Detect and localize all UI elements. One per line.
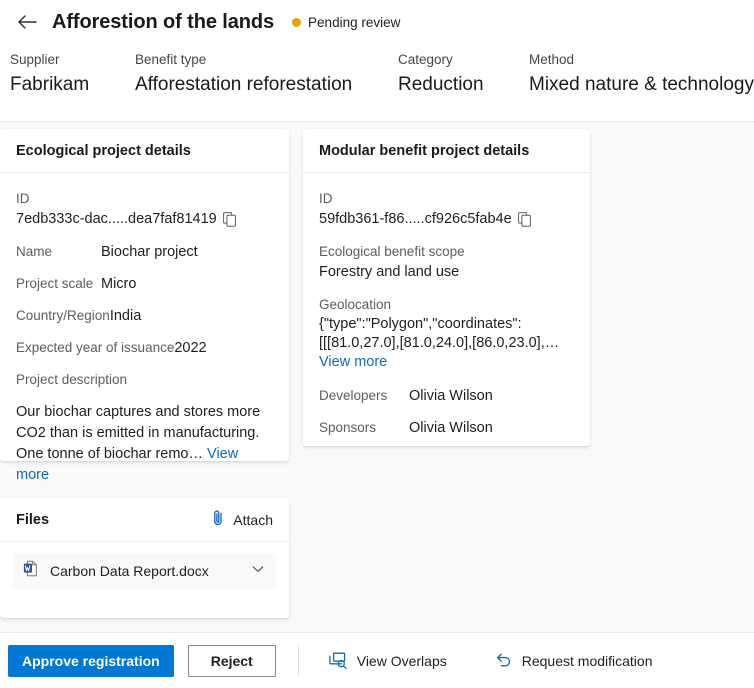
undo-arrow-icon [495, 652, 513, 669]
word-document-icon [23, 560, 40, 582]
reject-button[interactable]: Reject [187, 644, 276, 677]
status-label: Pending review [308, 14, 401, 30]
modular-id-field: ID 59fdb361-f86.....cf926c5fab4e [319, 189, 574, 229]
modular-id-value: 59fdb361-f86.....cf926c5fab4e [319, 211, 512, 227]
modular-developers-label: Developers [319, 388, 388, 403]
page-root: Afforestion of the lands Pending review … [0, 0, 754, 688]
list-item[interactable]: Carbon Data Report.docx [13, 553, 276, 589]
ecological-id-label: ID [16, 191, 30, 206]
files-list: Carbon Data Report.docx [0, 553, 289, 589]
meta-method: Method Mixed nature & technology [529, 52, 754, 96]
modular-sponsors-field: Sponsors Olivia Wilson [319, 418, 574, 438]
ecological-name-field: Name Biochar project [16, 242, 273, 262]
ecological-project-scale-label: Project scale [16, 276, 94, 291]
attach-label: Attach [233, 511, 273, 528]
ecological-expected-year-field: Expected year of issuance 2022 [16, 338, 273, 358]
meta-benefit-type-value: Afforestation reforestation [135, 74, 353, 95]
request-modification-button[interactable]: Request modification [495, 652, 653, 669]
view-overlaps-label: View Overlaps [356, 652, 447, 669]
request-modification-label: Request modification [521, 652, 653, 669]
approve-registration-button[interactable]: Approve registration [8, 644, 174, 677]
modular-geolocation-label: Geolocation [319, 297, 392, 312]
ecological-id-value: 7edb333c-dac.....dea7faf81419 [16, 211, 217, 227]
overlap-search-icon [328, 652, 348, 670]
ecological-id-field: ID 7edb333c-dac.....dea7faf81419 [16, 189, 273, 229]
ecological-name-label: Name [16, 244, 53, 259]
modular-sponsors-label: Sponsors [319, 420, 377, 435]
ecological-card-body: ID 7edb333c-dac.....dea7faf81419 Name Bi… [0, 173, 289, 500]
meta-supplier-label: Supplier [10, 52, 60, 67]
modular-id-line: 59fdb361-f86.....cf926c5fab4e [319, 209, 574, 229]
files-card-header: Files Attach [0, 498, 289, 542]
view-overlaps-button[interactable]: View Overlaps [328, 652, 447, 670]
meta-method-value: Mixed nature & technology [529, 74, 754, 95]
ecological-expected-year-value: 2022 [174, 340, 207, 356]
title-row: Afforestion of the lands Pending review [14, 9, 400, 35]
ecological-description-field: Project description Our biochar captures… [16, 370, 273, 486]
ecological-description-text-wrap: Our biochar captures and stores more CO2… [16, 402, 273, 486]
files-card-title: Files [16, 511, 50, 528]
ecological-card-header: Ecological project details [0, 129, 289, 173]
modular-benefit-project-details-card: Modular benefit project details ID 59fdb… [303, 129, 590, 446]
ecological-country-region-label: Country/Region [16, 308, 110, 323]
files-card: Files Attach Carbon Data Report.docx [0, 498, 289, 618]
ecological-card-title: Ecological project details [16, 142, 191, 159]
modular-view-more-link[interactable]: View more [319, 354, 574, 370]
arrow-left-icon[interactable] [14, 9, 40, 35]
modular-scope-label: Ecological benefit scope [319, 244, 465, 259]
file-name: Carbon Data Report.docx [50, 563, 209, 579]
page-title: Afforestion of the lands [52, 10, 275, 33]
modular-card-body: ID 59fdb361-f86.....cf926c5fab4e Ecologi… [303, 173, 590, 452]
meta-category: Category Reduction [398, 52, 529, 96]
ecological-country-region-field: Country/Region India [16, 306, 273, 326]
paperclip-icon [211, 509, 225, 530]
ecological-name-value: Biochar project [101, 244, 198, 260]
meta-supplier: Supplier Fabrikam [10, 52, 135, 96]
header-meta-row: Supplier Fabrikam Benefit type Afforesta… [10, 52, 754, 96]
ecological-country-region-value: India [109, 308, 142, 324]
modular-geolocation-line-1: {"type":"Polygon","coordinates": [319, 316, 522, 332]
modular-geolocation-line-2: [[[81.0,27.0],[81.0,24.0],[86.0,23.0],… [319, 335, 560, 351]
ecological-project-details-card: Ecological project details ID 7edb333c-d… [0, 129, 289, 483]
modular-developers-value: Olivia Wilson [409, 388, 493, 404]
modular-id-label: ID [319, 191, 333, 206]
modular-scope-value: Forestry and land use [319, 264, 460, 280]
copy-icon[interactable] [517, 211, 531, 227]
modular-scope-field: Ecological benefit scope Forestry and la… [319, 242, 574, 282]
attach-button[interactable]: Attach [211, 509, 273, 530]
meta-benefit-type-label: Benefit type [135, 52, 207, 67]
meta-method-label: Method [529, 52, 575, 67]
modular-developers-field: Developers Olivia Wilson [319, 386, 574, 406]
chevron-down-icon[interactable] [250, 561, 266, 582]
ecological-id-line: 7edb333c-dac.....dea7faf81419 [16, 209, 273, 229]
meta-supplier-value: Fabrikam [10, 74, 90, 95]
meta-category-label: Category [398, 52, 453, 67]
ecological-project-scale-field: Project scale Micro [16, 274, 273, 294]
ecological-project-scale-value: Micro [101, 276, 137, 292]
meta-benefit-type: Benefit type Afforestation reforestation [135, 52, 398, 96]
status-dot-icon [292, 17, 302, 27]
modular-sponsors-value: Olivia Wilson [409, 420, 493, 436]
meta-category-value: Reduction [398, 74, 484, 95]
modular-geolocation-field: Geolocation {"type":"Polygon","coordinat… [319, 295, 574, 370]
page-header: Afforestion of the lands Pending review … [0, 0, 754, 122]
copy-icon[interactable] [222, 211, 236, 227]
ecological-expected-year-label: Expected year of issuance [16, 340, 175, 355]
ecological-description-label: Project description [16, 372, 128, 387]
status-badge: Pending review [292, 15, 400, 30]
modular-card-title: Modular benefit project details [319, 142, 530, 159]
modular-card-header: Modular benefit project details [303, 129, 590, 173]
footer-divider [297, 645, 299, 676]
footer-action-bar: Approve registration Reject View Overlap… [0, 632, 754, 688]
